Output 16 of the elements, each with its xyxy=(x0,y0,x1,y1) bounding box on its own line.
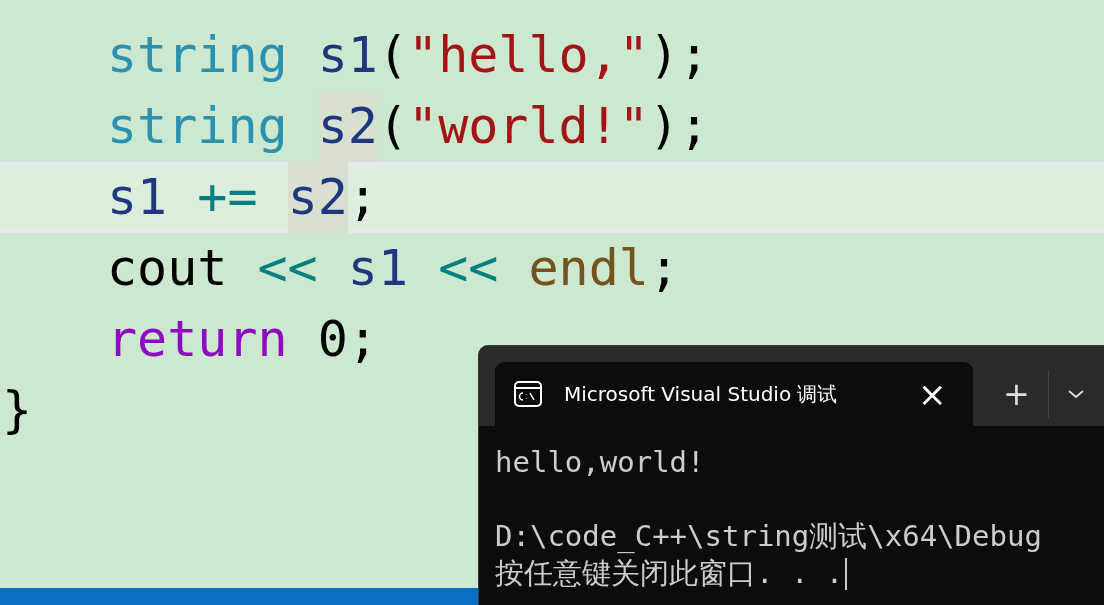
code-line: s1 += s2; xyxy=(107,162,378,233)
console-output-line: 按任意键关闭此窗口. . . xyxy=(495,555,844,592)
tab-title: Microsoft Visual Studio 调试 xyxy=(564,380,839,408)
code-line: return 0; xyxy=(107,309,378,370)
code-line: string s1("hello,"); xyxy=(107,25,710,86)
dropdown-chevron-icon[interactable] xyxy=(1066,389,1085,399)
code-line: cout << s1 << endl; xyxy=(107,238,679,299)
text-cursor xyxy=(845,557,848,590)
closing-brace: } xyxy=(2,381,33,439)
new-tab-button[interactable]: + xyxy=(997,378,1036,410)
terminal-tab[interactable]: Microsoft Visual Studio 调试 × xyxy=(495,362,973,426)
code-line: string s2("world!"); xyxy=(107,91,710,162)
console-output-line: hello,world! xyxy=(495,444,705,481)
console-output-line: D:\code_C++\string测试\x64\Debug xyxy=(495,518,1042,555)
close-button[interactable]: × xyxy=(914,377,951,411)
console-icon xyxy=(514,381,542,407)
